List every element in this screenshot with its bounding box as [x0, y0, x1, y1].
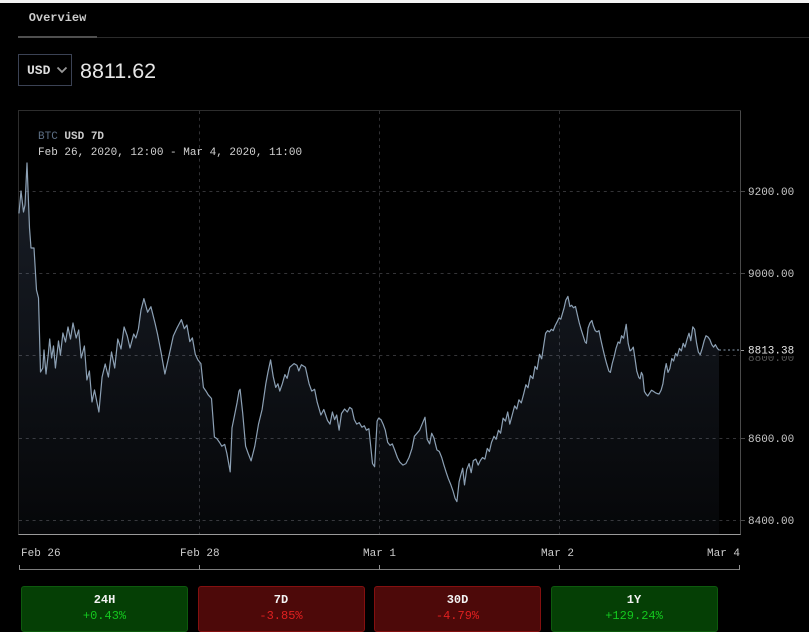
svg-text:8600.00: 8600.00	[748, 434, 794, 446]
svg-text:Mar 2: Mar 2	[541, 548, 574, 560]
svg-text:Feb 26: Feb 26	[21, 548, 61, 560]
svg-text:8813.38: 8813.38	[748, 346, 794, 358]
svg-text:Mar 4: Mar 4	[707, 548, 740, 560]
svg-text:8400.00: 8400.00	[748, 516, 794, 528]
svg-text:Feb 26, 2020, 12:00 - Mar 4, 2: Feb 26, 2020, 12:00 - Mar 4, 2020, 11:00	[38, 147, 302, 159]
svg-text:Mar 1: Mar 1	[363, 548, 396, 560]
svg-text:BTC USD 7D: BTC USD 7D	[38, 131, 104, 143]
svg-text:Feb 28: Feb 28	[180, 548, 220, 560]
svg-text:9200.00: 9200.00	[748, 187, 794, 199]
svg-text:9000.00: 9000.00	[748, 269, 794, 281]
